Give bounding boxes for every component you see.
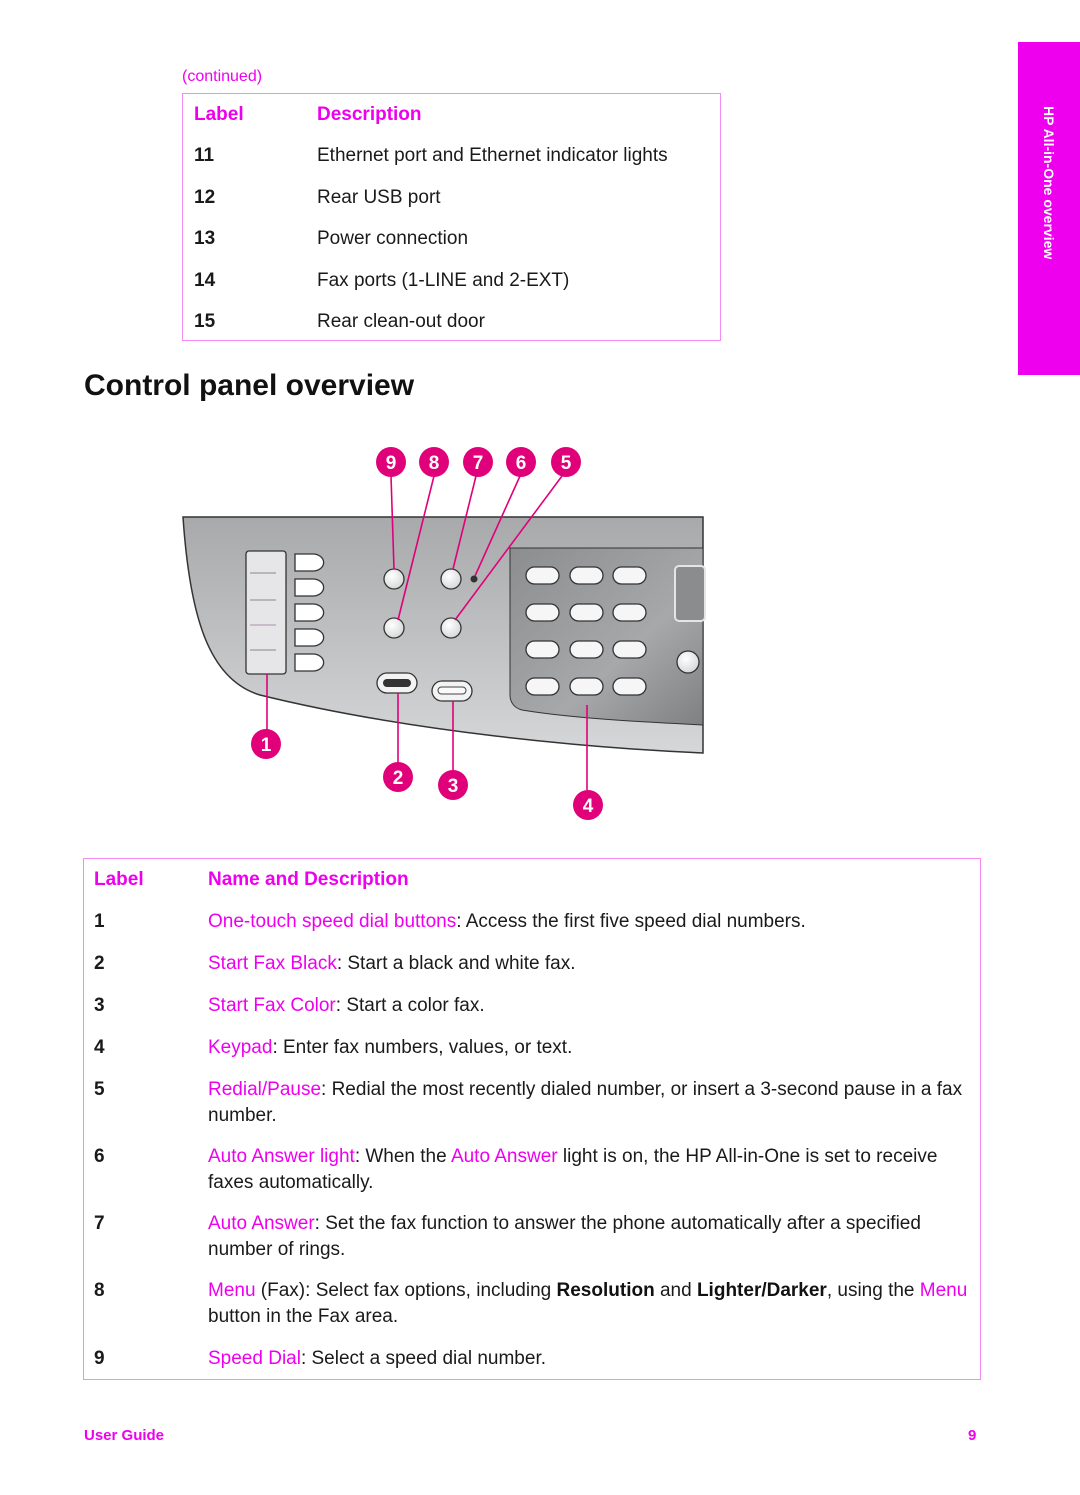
- callout-label: 6: [516, 453, 527, 474]
- rear-components-table: Label Description 11 Ethernet port and E…: [182, 93, 721, 341]
- callout-label: 7: [473, 453, 484, 474]
- auto-answer-light: [470, 575, 478, 583]
- header-label: Label: [94, 869, 144, 890]
- row-label: 6: [94, 1146, 105, 1167]
- display-window: [674, 565, 706, 622]
- item-name: Start Fax Color: [208, 995, 336, 1016]
- speed-dial-button: [383, 568, 405, 590]
- row-label: 8: [94, 1280, 105, 1301]
- row-label: 1: [94, 911, 105, 932]
- row-label: 4: [94, 1037, 105, 1058]
- row-label: 14: [194, 270, 216, 291]
- callout-label: 4: [583, 796, 594, 817]
- item-name: Redial/Pause: [208, 1079, 322, 1100]
- row-description: Fax ports (1-LINE and 2-EXT): [317, 270, 570, 291]
- item-text: , using the: [826, 1280, 920, 1301]
- item-name-inline: Menu: [919, 1280, 968, 1301]
- redial-pause-button: [440, 617, 462, 639]
- callout-label: 1: [261, 735, 272, 756]
- item-text: : Enter fax numbers, values, or text.: [272, 1037, 573, 1058]
- item-name: Keypad: [208, 1037, 273, 1058]
- footer-guide-title: User Guide: [84, 1427, 165, 1444]
- row-label: 12: [194, 187, 216, 208]
- item-text: : Access the first five speed dial numbe…: [456, 911, 806, 932]
- row-description: Rear USB port: [317, 187, 441, 208]
- row-label: 3: [94, 995, 105, 1016]
- item-name: Start Fax Black: [208, 953, 337, 974]
- header-description: Description: [317, 104, 422, 125]
- control-panel-table: Label Name and Description 1 One-touch s…: [83, 858, 981, 1380]
- item-name: Auto Answer light: [208, 1146, 355, 1167]
- header-name-description: Name and Description: [208, 869, 409, 890]
- item-text: : Start a black and white fax.: [336, 953, 576, 974]
- callout-label: 8: [429, 453, 440, 474]
- section-title: Control panel overview: [84, 369, 415, 402]
- chapter-side-tab: HP All-in-One overview: [1018, 42, 1080, 375]
- menu-button: [383, 617, 405, 639]
- row-label: 13: [194, 228, 216, 249]
- item-text: : Set the fax function to answer the pho…: [208, 1213, 921, 1260]
- row-label: 11: [194, 145, 215, 166]
- row-description: Power connection: [317, 228, 469, 249]
- item-text: : Redial the most recently dialed number…: [208, 1079, 963, 1126]
- item-text: and: [654, 1280, 697, 1301]
- callout-label: 5: [561, 453, 572, 474]
- row-description: Rear clean-out door: [317, 311, 485, 332]
- auto-answer-button: [440, 568, 462, 590]
- item-text: : Start a color fax.: [335, 995, 485, 1016]
- callout-label: 9: [386, 453, 397, 474]
- item-text: button in the Fax area.: [208, 1306, 399, 1327]
- page-number: 9: [968, 1427, 977, 1444]
- row-label: 5: [94, 1079, 105, 1100]
- item-text: : Select a speed dial number.: [300, 1348, 546, 1369]
- item-bold: Lighter/Darker: [696, 1280, 827, 1301]
- row-label: 2: [94, 953, 105, 974]
- row-label: 15: [194, 311, 216, 332]
- item-name: Speed Dial: [208, 1348, 301, 1369]
- header-label: Label: [194, 104, 244, 125]
- item-name: Auto Answer: [208, 1213, 315, 1234]
- item-text: (Fax): Select fax options, including: [255, 1280, 557, 1301]
- row-description: Ethernet port and Ethernet indicator lig…: [317, 145, 668, 166]
- item-name: One-touch speed dial buttons: [208, 911, 457, 932]
- item-bold: Resolution: [556, 1280, 655, 1301]
- chapter-tab-label: HP All-in-One overview: [1041, 106, 1057, 260]
- item-name-inline: Auto Answer: [450, 1146, 558, 1167]
- item-name: Menu: [208, 1280, 256, 1301]
- callout-label: 2: [393, 768, 404, 789]
- row-label: 7: [94, 1213, 105, 1234]
- item-text: : When the: [354, 1146, 451, 1167]
- control-panel-diagram: 9 8 7 6 5 1 2 3 4: [182, 447, 706, 820]
- row-label: 9: [94, 1348, 105, 1369]
- callout-label: 3: [448, 776, 459, 797]
- continued-note: (continued): [182, 68, 263, 85]
- ok-button: [676, 650, 700, 674]
- speed-dial-card: [245, 550, 287, 675]
